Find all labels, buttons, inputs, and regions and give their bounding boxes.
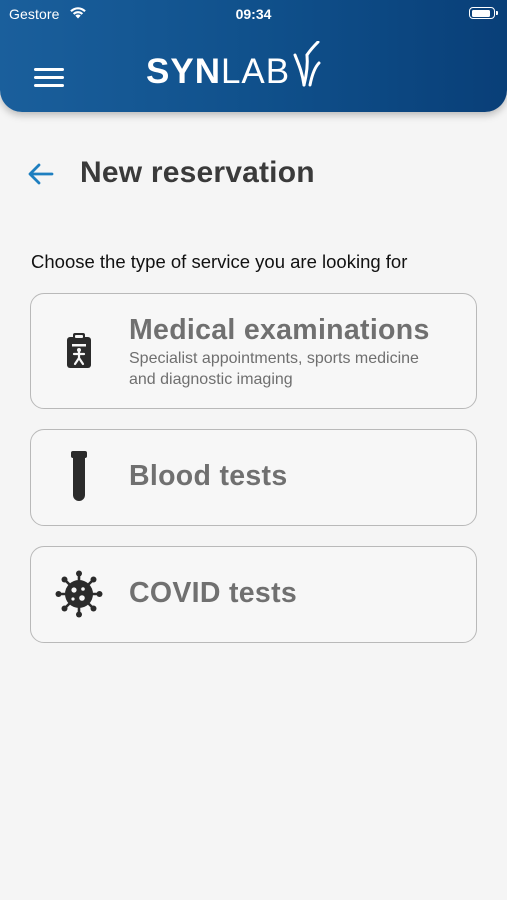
status-bar: Gestore 09:34 <box>0 0 507 28</box>
service-card-medical-examinations[interactable]: Medical examinations Specialist appointm… <box>30 293 477 409</box>
menu-line-icon <box>34 84 64 87</box>
menu-line-icon <box>34 76 64 79</box>
arrow-left-icon <box>28 163 54 185</box>
service-title: Blood tests <box>129 460 288 492</box>
battery-icon <box>469 7 498 19</box>
clock: 09:34 <box>235 6 272 22</box>
service-card-blood-tests[interactable]: Blood tests <box>30 429 477 526</box>
synlab-logo: SYN LAB <box>146 40 321 100</box>
app-header: Gestore 09:34 SYN LAB <box>0 0 507 112</box>
service-description: Specialist appointments, sports medicine… <box>129 350 419 388</box>
page-title: New reservation <box>80 156 315 189</box>
logo-text-light: LAB <box>220 52 291 91</box>
hamburger-menu-button[interactable] <box>34 66 66 90</box>
page-header: New reservation <box>0 148 507 198</box>
service-title: Medical examinations <box>129 314 430 346</box>
logo-mark-icon <box>293 40 321 98</box>
menu-line-icon <box>34 68 64 71</box>
service-card-covid-tests[interactable]: COVID tests <box>30 546 477 643</box>
logo-text-bold: SYN <box>146 52 221 91</box>
back-button[interactable] <box>26 160 56 188</box>
service-title: COVID tests <box>129 577 298 609</box>
page-subtitle: Choose the type of service you are looki… <box>31 251 408 272</box>
